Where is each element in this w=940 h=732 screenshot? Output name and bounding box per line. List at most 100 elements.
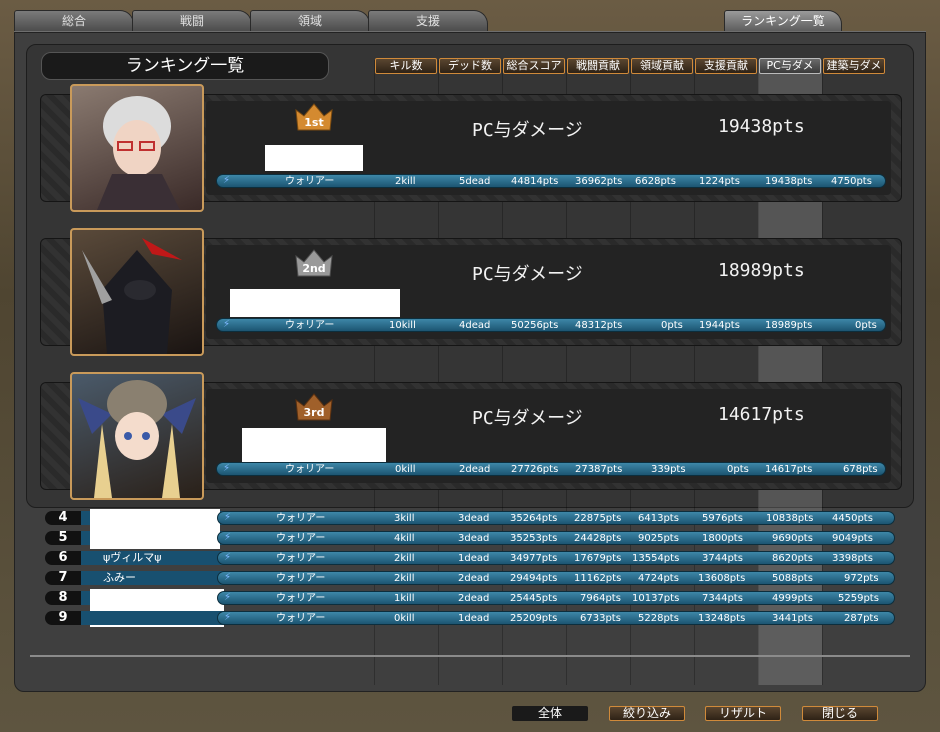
player-avatar	[70, 372, 204, 500]
metric-score: 19438pts	[718, 116, 805, 137]
death-count: 1dead	[458, 613, 490, 624]
row-stats-bar: ⚡ ウォリアー 3kill 3dead 35264pts 22875pts 64…	[217, 511, 895, 525]
player-avatar	[70, 84, 204, 212]
pc-damage-score: 9690pts	[772, 533, 813, 544]
ranking-row[interactable]: 4 ⚡ ウォリアー 3kill 3dead 35264pts 22875pts …	[45, 509, 895, 529]
pc-damage-score: 10838pts	[766, 513, 814, 524]
row-stats-bar: ⚡ ウォリアー 1kill 2dead 25445pts 7964pts 101…	[217, 591, 895, 605]
player-avatar	[70, 228, 204, 356]
building-damage-score: 4750pts	[831, 176, 872, 187]
class-name: ウォリアー	[276, 593, 326, 604]
building-damage-score: 678pts	[843, 464, 878, 475]
battle-score: 36962pts	[575, 176, 623, 187]
player-name-hidden	[242, 428, 386, 462]
total-score: 44814pts	[511, 176, 559, 187]
support-score: 13248pts	[698, 613, 746, 624]
battle-score: 11162pts	[574, 573, 622, 584]
class-name: ウォリアー	[276, 613, 326, 624]
all-button[interactable]: 全体	[512, 706, 588, 721]
death-count: 2dead	[459, 464, 491, 475]
kill-count: 0kill	[395, 464, 416, 475]
player-name-hidden	[230, 289, 400, 317]
row-rank-number: 7	[45, 571, 81, 585]
death-count: 2dead	[458, 593, 490, 604]
sort-area-button[interactable]: 領域貢献	[631, 58, 693, 74]
lightning-icon: ⚡	[224, 532, 232, 543]
ranking-row[interactable]: 9 ⚡ ウォリアー 0kill 1dead 25209pts 6733pts 5…	[45, 611, 895, 625]
ranking-row[interactable]: 7 ふみー ⚡ ウォリアー 2kill 2dead 29494pts 11162…	[45, 571, 895, 585]
area-score: 13554pts	[632, 553, 680, 564]
player-name-hidden	[265, 145, 363, 171]
ranking-row[interactable]: 8 ⚡ ウォリアー 1kill 2dead 25445pts 7964pts 1…	[45, 589, 895, 627]
total-score: 27726pts	[511, 464, 559, 475]
sort-support-button[interactable]: 支援貢献	[695, 58, 757, 74]
sort-building-damage-button[interactable]: 建築与ダメ	[823, 58, 885, 74]
tab-battle[interactable]: 戦闘	[132, 10, 252, 32]
row-stats-bar: ⚡ ウォリアー 2kill 2dead 29494pts 11162pts 47…	[217, 571, 895, 585]
kill-count: 2kill	[395, 176, 416, 187]
total-score: 35264pts	[510, 513, 558, 524]
building-damage-score: 972pts	[844, 573, 879, 584]
ranking-row[interactable]: 6 ψヴィルマψ ⚡ ウォリアー 2kill 1dead 34977pts 17…	[45, 551, 895, 565]
support-score: 1944pts	[699, 320, 740, 331]
row-rank-number: 8	[45, 591, 81, 605]
player-stats-bar: ⚡ ウォリアー 10kill 4dead 50256pts 48312pts 0…	[216, 318, 886, 332]
area-score: 339pts	[651, 464, 686, 475]
result-button[interactable]: リザルト	[705, 706, 781, 721]
rank-3rd-badge-icon: 3rd	[292, 392, 336, 422]
support-score: 5976pts	[702, 513, 743, 524]
sort-total-score-button[interactable]: 総合スコア	[503, 58, 565, 74]
tab-overall[interactable]: 総合	[14, 10, 134, 32]
rank-label: 2nd	[302, 262, 325, 275]
tab-ranking-list[interactable]: ランキング一覧	[724, 10, 842, 32]
support-score: 1224pts	[699, 176, 740, 187]
pc-damage-score: 19438pts	[765, 176, 813, 187]
window-title: ランキング一覧	[41, 52, 329, 80]
sort-kills-button[interactable]: キル数	[375, 58, 437, 74]
pc-damage-score: 8620pts	[772, 553, 813, 564]
lightning-icon: ⚡	[224, 552, 232, 563]
ranking-row[interactable]: 5 ⚡ ウォリアー 4kill 3dead 35253pts 24428pts …	[45, 529, 895, 549]
metric-label: PC与ダメージ	[472, 264, 583, 285]
metric-label: PC与ダメージ	[472, 120, 583, 141]
area-score: 6413pts	[638, 513, 679, 524]
building-damage-score: 5259pts	[838, 593, 879, 604]
lightning-icon: ⚡	[223, 175, 231, 186]
pc-damage-score: 4999pts	[772, 593, 813, 604]
filter-button[interactable]: 絞り込み	[609, 706, 685, 721]
area-score: 10137pts	[632, 593, 680, 604]
kill-count: 1kill	[394, 593, 415, 604]
kill-count: 0kill	[394, 613, 415, 624]
building-damage-score: 9049pts	[832, 533, 873, 544]
lightning-icon: ⚡	[224, 572, 232, 583]
metric-score: 18989pts	[718, 260, 805, 281]
kill-count: 2kill	[394, 573, 415, 584]
tab-support[interactable]: 支援	[368, 10, 488, 32]
area-score: 9025pts	[638, 533, 679, 544]
metric-label: PC与ダメージ	[472, 408, 583, 429]
total-score: 50256pts	[511, 320, 559, 331]
building-damage-score: 0pts	[855, 320, 877, 331]
building-damage-score: 3398pts	[832, 553, 873, 564]
pc-damage-score: 14617pts	[765, 464, 813, 475]
battle-score: 22875pts	[574, 513, 622, 524]
player-stats-bar: ⚡ ウォリアー 2kill 5dead 44814pts 36962pts 66…	[216, 174, 886, 188]
class-name: ウォリアー	[285, 320, 335, 331]
lightning-icon: ⚡	[224, 612, 232, 623]
total-score: 25445pts	[510, 593, 558, 604]
area-score: 5228pts	[638, 613, 679, 624]
close-button[interactable]: 閉じる	[802, 706, 878, 721]
battle-score: 17679pts	[574, 553, 622, 564]
sort-deaths-button[interactable]: デッド数	[439, 58, 501, 74]
rank-label: 3rd	[304, 406, 325, 419]
sort-pc-damage-button[interactable]: PC与ダメ	[759, 58, 821, 74]
total-score: 29494pts	[510, 573, 558, 584]
row-rank-number: 5	[45, 531, 81, 545]
support-score: 7344pts	[702, 593, 743, 604]
death-count: 2dead	[458, 573, 490, 584]
pc-damage-score: 5088pts	[772, 573, 813, 584]
kill-count: 2kill	[394, 553, 415, 564]
sort-battle-button[interactable]: 戦闘貢献	[567, 58, 629, 74]
tab-area[interactable]: 領域	[250, 10, 370, 32]
total-score: 25209pts	[510, 613, 558, 624]
